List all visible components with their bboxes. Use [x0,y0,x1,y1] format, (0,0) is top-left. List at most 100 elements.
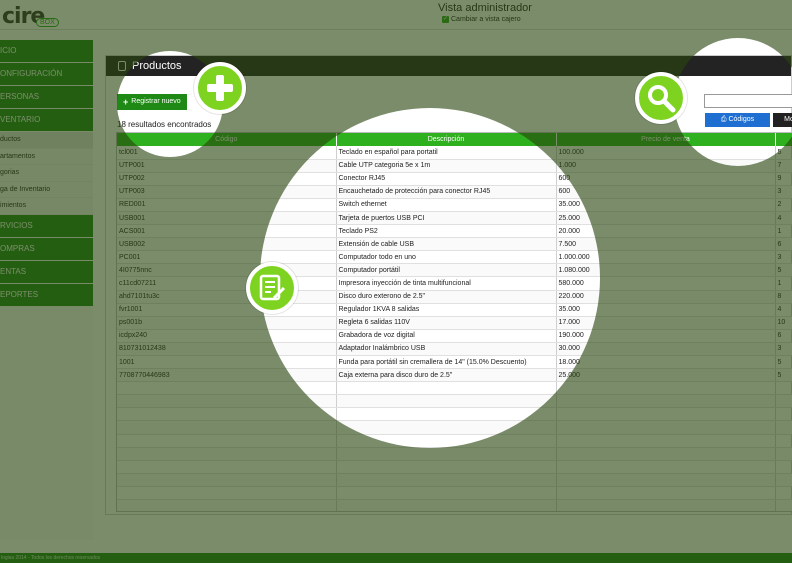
table-row[interactable]: 1001 Funda para portátil sin cremallera d… [117,355,792,370]
table-cell: Switch ethernet [336,198,557,212]
table-row-empty [117,407,792,422]
table-cell: UTP002 [117,172,337,186]
table-cell [117,381,337,396]
table-row[interactable]: UTP002 Conector RJ45 600 9 [117,172,792,186]
table-cell: 7708770446983 [117,368,337,383]
register-new-label: Registrar nuevo [131,98,181,105]
table-cell: 600 [556,185,776,199]
table-cell: 35.000 [556,198,776,212]
table-row[interactable]: icdpx240 Grabadora de voz digital 190.000 6 [117,329,792,343]
products-table: Código Descripción Precio de venta tcl00… [116,132,792,512]
table-cell [556,407,776,422]
view-title: Vista administrador [438,2,532,14]
col-header-description[interactable]: Descripción [336,133,557,146]
table-cell: 6 [775,237,792,252]
sidebar-item-10[interactable]: OMPRAS [0,237,93,260]
table-cell: Teclado PS2 [336,224,557,239]
table-cell: 3 [775,342,792,357]
sidebar-item-0[interactable]: ICIO [0,40,93,62]
more-button[interactable]: Mo [773,113,792,127]
table-cell [775,394,792,409]
sidebar-item-1[interactable]: ONFIGURACIÓN [0,63,93,85]
switch-view-link[interactable]: ✓ Cambiar a vista cajero [442,16,521,23]
table-row[interactable]: USB001 Tarjeta de puertos USB PCI 25.000 4 [117,211,792,226]
codes-button[interactable]: ⎙ Códigos [705,113,770,127]
table-row[interactable]: USB002 Extensión de cable USB 7.500 6 [117,237,792,252]
table-cell [556,434,776,448]
table-cell: 220.000 [556,290,776,304]
sidebar-item-5[interactable]: artamentos [0,148,93,165]
top-header: cire BOX Vista administrador ✓ Cambiar a… [0,0,792,30]
table-cell: 1 [775,224,792,239]
table-row[interactable]: UTP003 Encauchetado de protección para co… [117,185,792,199]
table-cell: ahd7101tu3c [117,290,337,304]
table-cell [336,499,557,511]
check-icon: ✓ [442,16,449,23]
table-row[interactable]: fvr1001 Regulador 1KVA 8 salidas 35.000 4 [117,303,792,317]
table-row-empty [117,420,792,435]
sidebar-item-11[interactable]: ENTAS [0,260,93,283]
app-logo[interactable]: cire BOX [2,4,59,29]
sidebar-item-7[interactable]: ga de Inventario [0,181,93,198]
table-row[interactable]: c11cd07211 Impresora inyección de tinta m… [117,276,792,291]
table-cell: 600 [556,172,776,186]
sidebar-item-9[interactable]: RVICIOS [0,214,93,237]
sidebar-item-3[interactable]: VENTARIO [0,109,93,131]
table-cell: 1 [775,276,792,291]
sidebar-item-4[interactable]: ductos [0,132,93,149]
table-cell [775,486,792,501]
table-cell: fvr1001 [117,303,337,317]
col-header-code[interactable]: Código [117,133,337,146]
table-cell [775,460,792,474]
table-cell: Regleta 6 salidas 110V [336,316,557,330]
table-cell [117,473,337,487]
table-cell: Grabadora de voz digital [336,329,557,343]
table-cell: UTP003 [117,185,337,199]
register-new-button[interactable]: + Registrar nuevo [117,94,187,110]
table-row-empty [117,394,792,409]
table-cell: c11cd07211 [117,276,337,291]
search-input[interactable] [704,94,792,108]
col-header-price[interactable]: Precio de venta [556,133,776,146]
search-icon [648,85,676,113]
col-header-stock[interactable] [775,133,792,146]
sidebar-item-6[interactable]: gorias [0,165,93,182]
table-row[interactable]: RED001 Switch ethernet 35.000 2 [117,198,792,212]
table-row[interactable]: ahd7101tu3c Disco duro exterono de 2.5" 22… [117,290,792,304]
table-cell [336,420,557,435]
table-cell: 5 [775,263,792,278]
table-row[interactable]: tcl001 Teclado en español para portatil 10… [117,146,792,160]
table-cell: 810731012438 [117,342,337,357]
sidebar-item-12[interactable]: EPORTES [0,283,93,306]
table-cell [336,407,557,422]
table-row[interactable]: UTP001 Cable UTP categoria 5e x 1m 1.000 7 [117,159,792,173]
table-cell: 17.000 [556,316,776,330]
table-cell [775,407,792,422]
sidebar-item-8[interactable]: imientos [0,198,93,215]
results-count: 18 resultados encontrados [117,120,212,129]
table-cell: 1.000 [556,159,776,173]
table-row[interactable]: 810731012438 Adaptador Inalámbrico USB 30.… [117,342,792,357]
table-cell: 7 [775,159,792,173]
table-row[interactable]: ps001b Regleta 6 salidas 110V 17.000 10 [117,316,792,330]
table-row-empty [117,460,792,474]
table-cell: PC001 [117,250,337,265]
table-cell: 1001 [117,355,337,370]
table-cell [336,460,557,474]
table-cell: Regulador 1KVA 8 salidas [336,303,557,317]
table-row-empty [117,486,792,501]
table-row[interactable]: ACS001 Teclado PS2 20.000 1 [117,224,792,239]
table-cell: 2 [775,198,792,212]
table-cell: 580.000 [556,276,776,291]
table-cell [556,447,776,461]
table-row[interactable]: PC001 Computador todo en uno 1.000.000 3 [117,250,792,265]
table-row[interactable]: 4I0775nnc Computador portátil 1.080.000 5 [117,263,792,278]
sidebar-item-2[interactable]: ERSONAS [0,86,93,108]
edit-list-badge [246,262,298,314]
table-cell [556,460,776,474]
table-cell: 25.000 [556,368,776,383]
table-cell [775,434,792,448]
table-cell: Adaptador Inalámbrico USB [336,342,557,357]
table-row[interactable]: 7708770446983 Caja externa para disco dur… [117,368,792,383]
table-cell: Disco duro exterono de 2.5" [336,290,557,304]
